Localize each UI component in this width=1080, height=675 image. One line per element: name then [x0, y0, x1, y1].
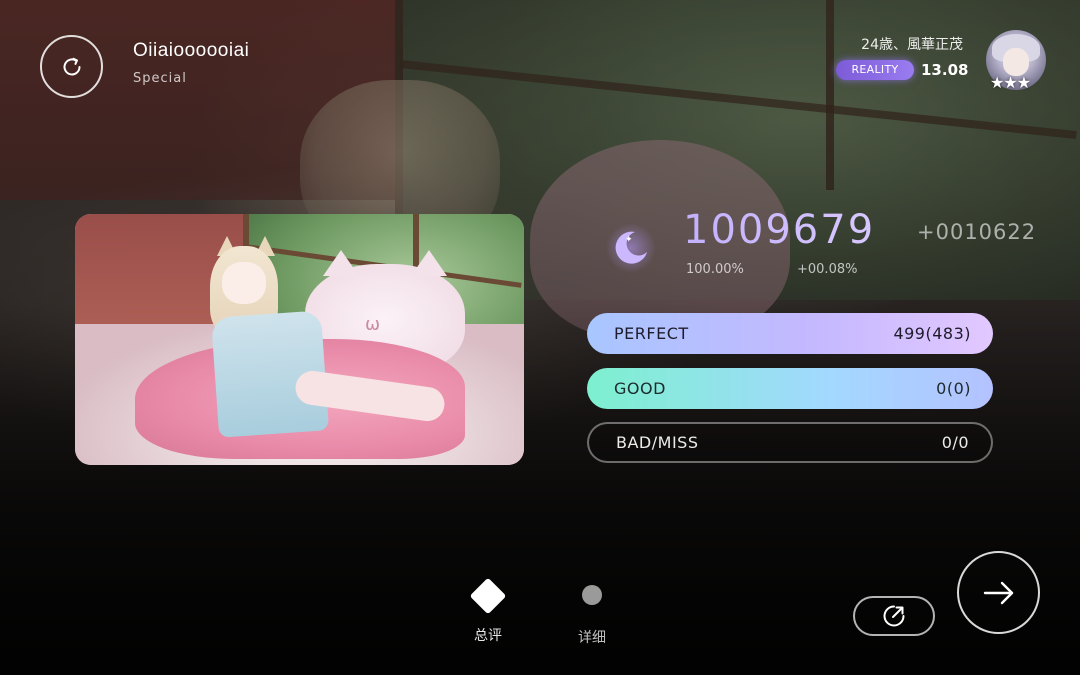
song-illustration: ω	[75, 214, 524, 465]
bad-miss-bar: BAD/MISS 0/0	[587, 422, 993, 463]
retry-button[interactable]	[40, 35, 103, 98]
cat-ear	[323, 250, 359, 276]
good-label: GOOD	[614, 379, 666, 398]
cat-mouth: ω	[365, 314, 381, 335]
accuracy: 100.00%	[686, 262, 744, 277]
moon-icon: ✦	[606, 223, 656, 273]
accuracy-delta: +00.08%	[797, 262, 858, 277]
bad-miss-label: BAD/MISS	[616, 433, 699, 452]
song-difficulty: Special	[133, 71, 187, 86]
perfect-label: PERFECT	[614, 324, 689, 343]
tab-detail-label: 详细	[578, 630, 606, 646]
good-bar: GOOD 0(0)	[587, 368, 993, 409]
share-icon	[883, 605, 905, 627]
player-rks: 13.08	[921, 61, 969, 79]
retry-icon	[63, 57, 80, 75]
song-title: Oiiaioooooiai	[133, 40, 250, 61]
avatar-stars: ★★★	[990, 73, 1031, 92]
arrow-right-icon	[983, 581, 1013, 604]
tab-summary[interactable]: 总评	[458, 575, 518, 655]
tab-summary-label: 总评	[474, 628, 502, 644]
avatar-face	[1003, 48, 1029, 76]
player-name: 24歳、風華正茂	[861, 37, 963, 53]
good-count: 0(0)	[936, 379, 971, 398]
character-face	[222, 262, 266, 304]
diamond-icon	[469, 577, 507, 615]
perfect-bar: PERFECT 499(483)	[587, 313, 993, 354]
reality-badge: REALITY	[836, 60, 914, 80]
next-button[interactable]	[957, 551, 1040, 634]
dot-icon	[582, 585, 602, 605]
tab-detail[interactable]: 详细	[562, 575, 622, 655]
cat-ear	[411, 250, 447, 276]
bad-miss-count: 0/0	[941, 433, 969, 452]
svg-text:✦: ✦	[625, 235, 633, 245]
score: 1009679	[683, 207, 876, 253]
share-button[interactable]	[853, 596, 935, 636]
perfect-count: 499(483)	[893, 324, 971, 343]
score-delta: +0010622	[917, 220, 1037, 244]
